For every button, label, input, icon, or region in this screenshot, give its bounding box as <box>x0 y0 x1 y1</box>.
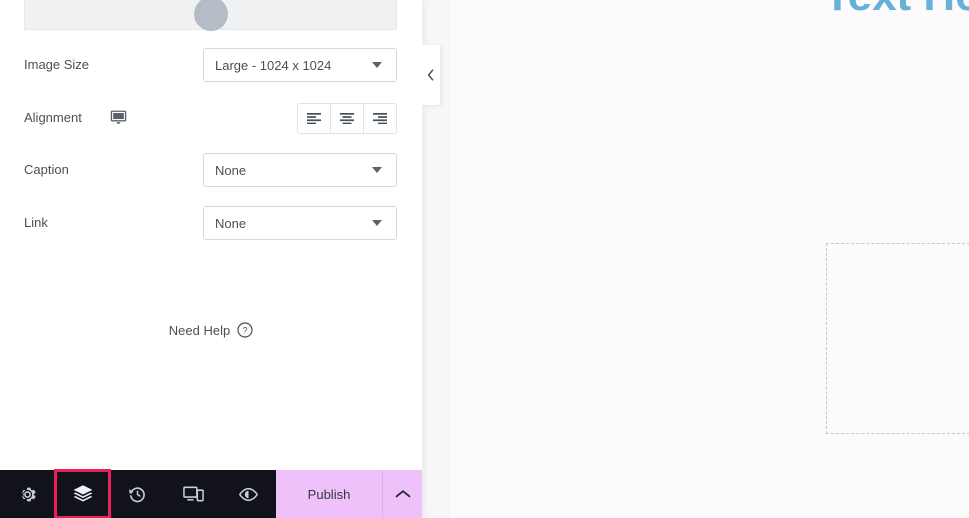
panel-collapse-tab[interactable] <box>422 45 440 105</box>
label-alignment: Alignment <box>24 110 82 125</box>
label-link: Link <box>24 215 48 230</box>
link-value: None <box>215 215 247 231</box>
image-size-value: Large - 1024 x 1024 <box>215 57 332 73</box>
caption-select[interactable]: None <box>203 153 397 187</box>
alignment-button-group <box>297 102 397 134</box>
editor-bottom-bar: Publish <box>0 469 422 518</box>
control-row-image-size: Image Size Large - 1024 x 1024 <box>0 48 422 82</box>
link-select[interactable]: None <box>203 206 397 240</box>
image-preview-thumbnail[interactable] <box>24 0 397 31</box>
desktop-icon[interactable] <box>110 110 127 125</box>
question-mark-circle-icon: ? <box>237 322 253 338</box>
responsive-devices-icon <box>182 486 204 502</box>
responsive-mode-button[interactable] <box>166 470 221 518</box>
chevron-down-icon <box>372 62 382 68</box>
label-image-size: Image Size <box>24 57 90 72</box>
layers-icon <box>73 485 93 502</box>
image-size-select[interactable]: Large - 1024 x 1024 <box>203 48 397 82</box>
chevron-down-icon <box>372 167 382 173</box>
preview-heading-text[interactable]: Text He <box>824 0 969 20</box>
publish-options-button[interactable] <box>383 470 422 518</box>
need-help-label: Need Help <box>168 322 231 338</box>
bottom-bar-tools <box>0 469 276 518</box>
preview-changes-button[interactable] <box>221 470 276 518</box>
control-row-link: Link None <box>0 206 422 240</box>
chevron-up-icon <box>395 490 410 498</box>
eye-icon <box>238 487 258 501</box>
elementor-editor-screen: Text He Image Size Large - 1024 x 1024 A… <box>0 0 969 518</box>
settings-button[interactable] <box>0 470 55 518</box>
editor-panel: Image Size Large - 1024 x 1024 Alignment <box>0 0 422 518</box>
publish-button[interactable]: Publish <box>276 470 383 518</box>
publish-zone: Publish <box>276 470 422 518</box>
history-button[interactable] <box>110 470 165 518</box>
history-clock-icon <box>129 486 146 502</box>
chevron-left-icon <box>427 69 434 81</box>
align-center-button[interactable] <box>331 103 364 133</box>
control-row-caption: Caption None <box>0 153 422 187</box>
caption-value: None <box>215 162 247 178</box>
chevron-down-icon <box>372 220 382 226</box>
gear-icon <box>22 487 36 501</box>
align-right-button[interactable] <box>364 103 396 133</box>
preview-page[interactable]: Text He <box>450 0 969 518</box>
control-row-alignment: Alignment <box>0 101 422 135</box>
navigator-button[interactable] <box>54 469 112 518</box>
label-caption: Caption <box>24 162 69 177</box>
image-placeholder-circle-icon <box>193 0 228 31</box>
panel-controls-area: Image Size Large - 1024 x 1024 Alignment <box>0 0 422 470</box>
align-left-button[interactable] <box>298 103 331 133</box>
need-help-link[interactable]: Need Help ? <box>0 322 422 338</box>
preview-empty-container[interactable] <box>826 243 969 434</box>
preview-canvas-area: Text He <box>422 0 969 518</box>
svg-text:?: ? <box>243 326 248 336</box>
